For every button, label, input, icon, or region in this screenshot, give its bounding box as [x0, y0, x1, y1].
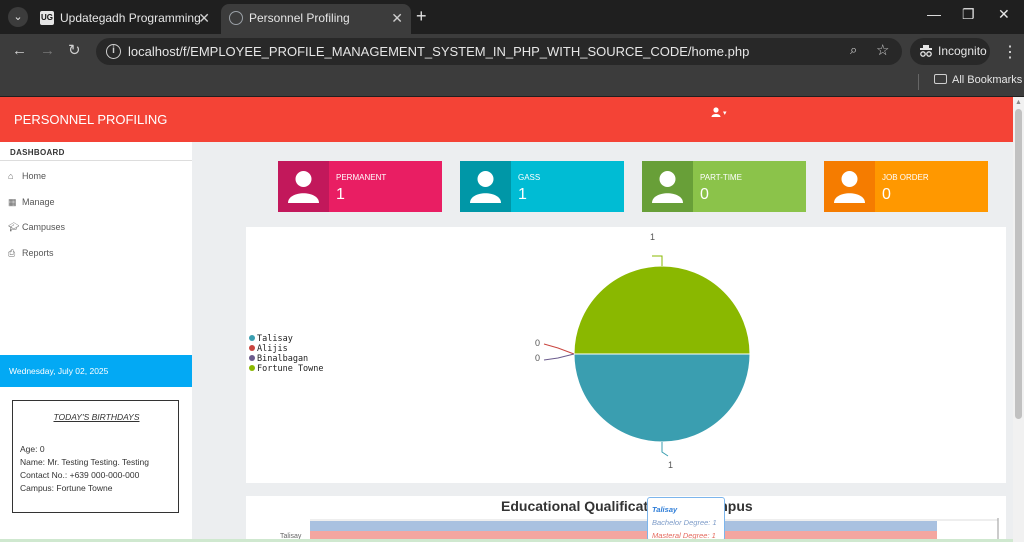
stat-card-permanent[interactable]: PERMANENT 1	[278, 161, 442, 212]
chart-tooltip: Talisay Bachelor Degree: 1 Masteral Degr…	[647, 497, 725, 541]
reload-icon[interactable]: ↻	[68, 42, 81, 60]
page-scrollbar[interactable]: ▲	[1013, 97, 1024, 542]
tooltip-title: Talisay	[652, 505, 678, 514]
connector-talisay	[661, 442, 669, 457]
user-silhouette-icon	[642, 161, 693, 212]
new-tab-plus-icon[interactable]: +	[416, 7, 427, 25]
sidebar-heading: DASHBOARD	[10, 148, 65, 157]
connector-fortune-towne	[652, 255, 663, 266]
campus-pie-chart	[543, 255, 751, 457]
user-silhouette-icon	[460, 161, 511, 212]
sidebar-item-home[interactable]: ⌂ Home	[8, 171, 46, 181]
incognito-indicator[interactable]: Incognito	[910, 38, 990, 65]
campus-pie-chart-panel: Talisay Alijis Binalbagan Fortune Towne …	[246, 227, 1006, 483]
connector-binalbagan	[543, 353, 575, 361]
user-silhouette-icon	[278, 161, 329, 212]
divider	[0, 160, 192, 161]
close-window-icon[interactable]: ✕	[998, 6, 1010, 23]
forward-arrow-icon[interactable]: →	[40, 42, 55, 60]
user-silhouette-icon	[824, 161, 875, 212]
globe-icon	[229, 11, 243, 25]
sidebar-item-campuses[interactable]: 🎓︎ Campuses	[8, 222, 65, 233]
stat-card-label: JOB ORDER	[882, 173, 929, 182]
birthday-contact: Contact No.: +639 000-000-000	[20, 470, 140, 480]
browser-tab-bar: ⌄ UG Updategadh Programming - Up ✕ Perso…	[0, 0, 1024, 34]
zoom-magnifier-icon[interactable]: ⌕	[850, 42, 857, 58]
app-header: PERSONNEL PROFILING ▾	[0, 97, 1013, 142]
minimize-icon[interactable]: —	[927, 6, 941, 22]
education-bar-chart-panel: Educational Qualificat Per Campus Talisa…	[246, 496, 1006, 542]
pie-data-label: 0	[535, 338, 541, 348]
graduation-cap-icon: 🎓︎	[8, 222, 20, 232]
browser-tab-updategadh[interactable]: UG Updategadh Programming - Up ✕	[32, 4, 218, 34]
pie-data-label: 0	[535, 353, 541, 363]
tab-title: Updategadh Programming - Up	[60, 11, 200, 25]
scrollbar-thumb[interactable]	[1015, 109, 1022, 419]
stat-card-label: PART-TIME	[700, 173, 742, 182]
folder-icon	[934, 74, 947, 84]
tab-title: Personnel Profiling	[249, 11, 350, 25]
stat-card-value: 0	[882, 186, 891, 203]
sidebar: DASHBOARD ⌂ Home ▦ Manage 🎓︎ Campuses ⎙ Repo…	[0, 142, 192, 542]
connector-alijis	[543, 343, 575, 355]
pie-data-label: 1	[650, 232, 656, 242]
grid-icon: ▦	[8, 197, 17, 207]
bookmark-star-icon[interactable]: ☆	[876, 41, 889, 59]
education-bar-chart: Talisay	[280, 518, 999, 542]
bookmarks-bar: All Bookmarks	[0, 68, 1024, 96]
browser-tab-personnel-profiling[interactable]: Personnel Profiling ✕	[221, 4, 411, 34]
current-date-bar: Wednesday, July 02, 2025	[0, 355, 192, 387]
pie-slice-talisay	[573, 353, 751, 443]
divider	[918, 74, 919, 90]
stat-card-value: 0	[700, 186, 709, 203]
address-bar[interactable]: i localhost/f/EMPLOYEE_PROFILE_MANAGEMEN…	[96, 38, 902, 65]
pie-slice-fortune-towne	[573, 265, 751, 355]
scroll-up-arrow-icon[interactable]: ▲	[1015, 99, 1022, 106]
bar-masteral-degree	[310, 531, 937, 539]
all-bookmarks-label: All Bookmarks	[952, 74, 1023, 86]
close-tab-icon[interactable]: ✕	[391, 4, 403, 32]
restore-icon[interactable]: ❐	[962, 6, 975, 23]
stat-card-value: 1	[518, 186, 527, 203]
sidebar-item-label: Manage	[22, 197, 55, 207]
pie-data-label: 1	[668, 460, 674, 470]
back-arrow-icon[interactable]: ←	[12, 42, 27, 60]
page-viewport: PERSONNEL PROFILING ▾ DASHBOARD ⌂ Home ▦ M…	[0, 97, 1013, 542]
sidebar-item-reports[interactable]: ⎙ Reports	[8, 248, 54, 259]
stat-card-part-time[interactable]: PART-TIME 0	[642, 161, 806, 212]
birthday-campus: Campus: Fortune Towne	[20, 483, 113, 493]
sidebar-item-label: Campuses	[22, 222, 66, 232]
home-icon: ⌂	[8, 171, 14, 181]
birthdays-box: TODAY'S BIRTHDAYS Age: 0 Name: Mr. Testi…	[12, 400, 179, 513]
updategadh-favicon-icon: UG	[40, 11, 54, 25]
stat-card-label: PERMANENT	[336, 173, 387, 182]
birthday-name: Name: Mr. Testing Testing. Testing	[20, 457, 149, 467]
tab-search-button[interactable]: ⌄	[8, 7, 28, 27]
incognito-label: Incognito	[938, 44, 987, 58]
sidebar-item-label: Home	[22, 171, 47, 181]
incognito-icon	[920, 45, 932, 57]
sidebar-item-label: Reports	[22, 248, 54, 258]
printer-icon: ⎙	[8, 248, 16, 258]
all-bookmarks-button[interactable]: All Bookmarks	[934, 74, 1022, 86]
sidebar-item-manage[interactable]: ▦ Manage	[8, 197, 55, 208]
browser-menu-icon[interactable]: ⋮	[1002, 42, 1018, 62]
tooltip-row: Bachelor Degree: 1	[652, 518, 717, 527]
user-menu-dropdown[interactable]: ▾	[711, 107, 726, 120]
caret-down-icon: ▾	[721, 110, 727, 117]
stat-card-job-order[interactable]: JOB ORDER 0	[824, 161, 988, 212]
birthday-age: Age: 0	[20, 444, 45, 454]
birthdays-title: TODAY'S BIRTHDAYS	[53, 412, 140, 422]
close-tab-icon[interactable]: ✕	[198, 4, 210, 32]
bar-bachelor-degree	[310, 521, 937, 531]
user-icon	[711, 107, 721, 117]
url-text[interactable]: localhost/f/EMPLOYEE_PROFILE_MANAGEMENT_…	[128, 44, 749, 59]
app-brand[interactable]: PERSONNEL PROFILING	[14, 112, 167, 127]
stat-card-value: 1	[336, 186, 345, 203]
stat-card-label: GASS	[518, 173, 541, 182]
browser-toolbar: ← → ↻ i localhost/f/EMPLOYEE_PROFILE_MAN…	[0, 34, 1024, 68]
stat-card-gass[interactable]: GASS 1	[460, 161, 624, 212]
site-info-icon[interactable]: i	[106, 44, 121, 59]
